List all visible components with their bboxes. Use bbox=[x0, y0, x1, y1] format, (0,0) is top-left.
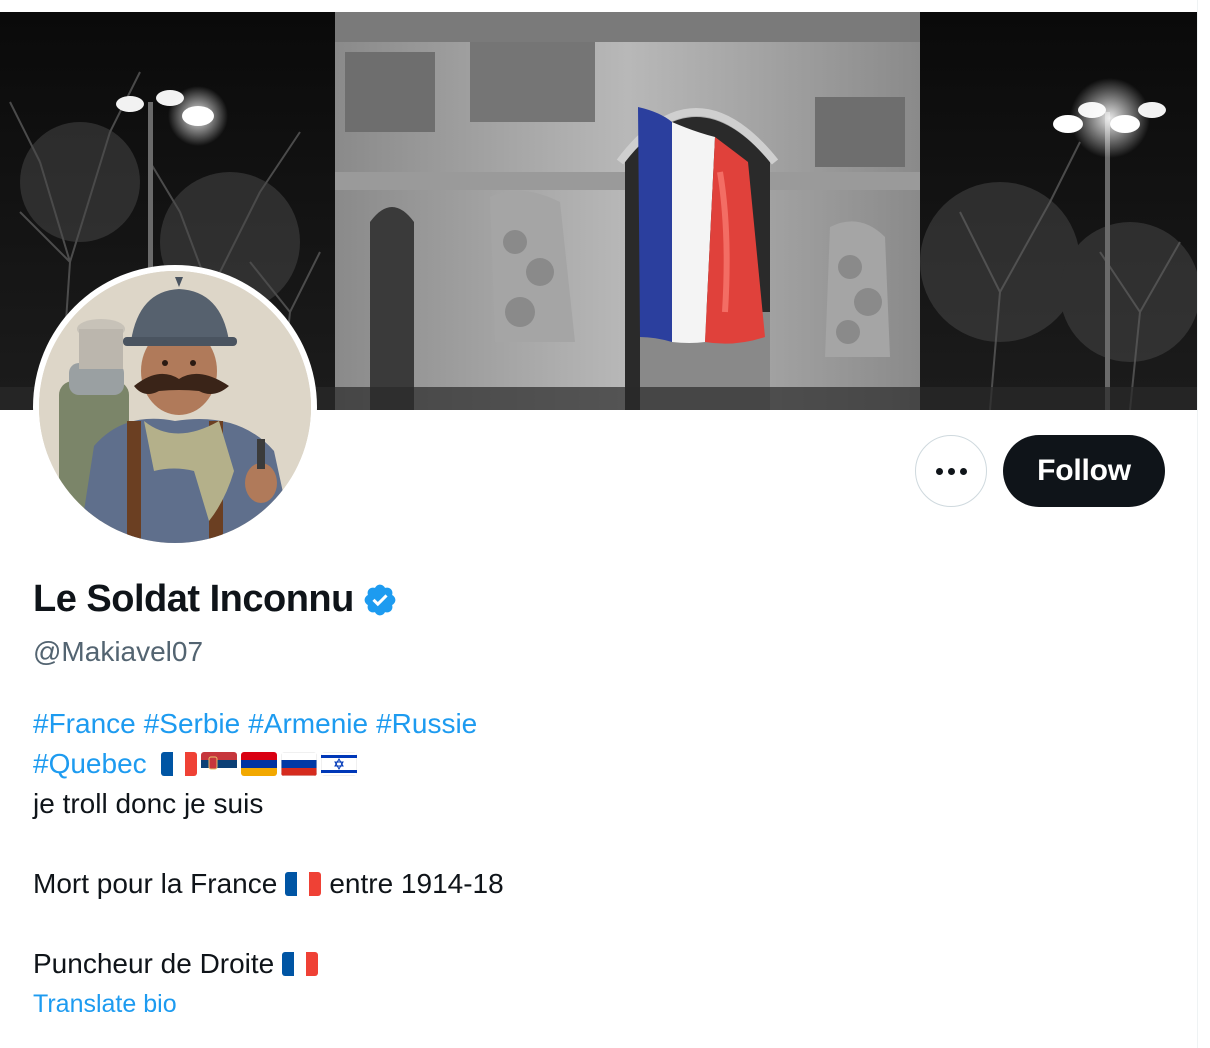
france-flag-icon bbox=[285, 872, 322, 896]
hashtag-link[interactable]: #Serbie bbox=[144, 704, 241, 744]
bio-blank-line bbox=[33, 824, 1133, 864]
bio-line-hashtags-flags: #Quebec bbox=[33, 744, 1133, 784]
hashtag-link[interactable]: #Russie bbox=[376, 704, 477, 744]
profile-bio: #France #Serbie #Armenie #Russie #Quebec bbox=[33, 704, 1133, 984]
more-options-button[interactable] bbox=[915, 435, 987, 507]
israel-flag-icon bbox=[320, 752, 357, 776]
top-strip bbox=[0, 0, 1197, 12]
russia-flag-icon bbox=[280, 752, 317, 776]
translate-bio-link[interactable]: Translate bio bbox=[33, 990, 177, 1019]
column-divider bbox=[1197, 0, 1198, 1048]
bio-line-text: je troll donc je suis bbox=[33, 788, 264, 819]
bio-text-segment: Mort pour la France bbox=[33, 868, 278, 899]
soldier-portrait-image bbox=[39, 271, 311, 543]
follow-button[interactable]: Follow bbox=[1003, 435, 1165, 507]
bio-line-text: Puncheur de Droite bbox=[33, 944, 1133, 984]
france-flag-icon bbox=[160, 752, 197, 776]
bio-line-hashtags: #France #Serbie #Armenie #Russie bbox=[33, 704, 1133, 744]
hashtag-link[interactable]: #Quebec bbox=[33, 744, 147, 784]
flag-row bbox=[160, 752, 361, 776]
bio-line-text: Mort pour la France entre 1914-18 bbox=[33, 864, 1133, 904]
more-horizontal-icon bbox=[933, 467, 969, 475]
display-name: Le Soldat Inconnu bbox=[33, 578, 354, 620]
avatar[interactable] bbox=[33, 265, 317, 549]
hashtag-link[interactable]: #France bbox=[33, 704, 136, 744]
armenia-flag-icon bbox=[240, 752, 277, 776]
hashtag-link[interactable]: #Armenie bbox=[248, 704, 368, 744]
bio-text-segment: Puncheur de Droite bbox=[33, 948, 275, 979]
display-name-row: Le Soldat Inconnu bbox=[33, 578, 398, 621]
profile-page: Follow Le Soldat Inconnu @Makiavel07 #Fr… bbox=[0, 0, 1210, 1048]
serbia-flag-icon bbox=[200, 752, 237, 776]
bio-text-segment: entre 1914-18 bbox=[329, 868, 504, 899]
verified-badge-icon[interactable] bbox=[362, 582, 398, 618]
bio-blank-line bbox=[33, 904, 1133, 944]
user-handle: @Makiavel07 bbox=[33, 636, 204, 667]
avatar-image bbox=[39, 271, 311, 543]
france-flag-icon bbox=[282, 952, 319, 976]
